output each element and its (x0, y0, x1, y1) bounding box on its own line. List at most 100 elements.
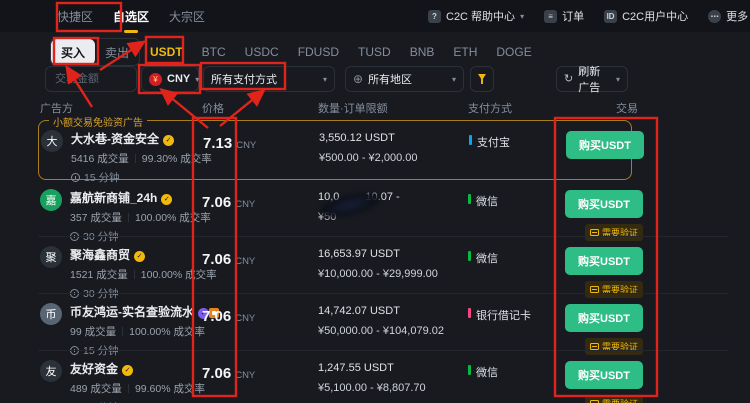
refresh-ads-button[interactable]: ↻ 刷新广告 ▾ (556, 66, 628, 94)
payment-cell: 微信 (463, 237, 558, 301)
funnel-icon (478, 74, 486, 84)
merchant-name[interactable]: 友好资金 (70, 360, 118, 377)
price-value: 7.13 (203, 135, 233, 152)
orders-count: 99 成交量 (70, 326, 117, 338)
merchant-name[interactable]: 币友鸿运-实名查验流水 (70, 303, 194, 320)
coin-tab-fdusd[interactable]: FDUSD (298, 45, 339, 59)
id-card-icon (589, 343, 599, 350)
buy-usdt-button[interactable]: 购买USDT (566, 131, 644, 159)
order-limits: ¥50 (318, 211, 337, 223)
topnav-menu-label: C2C用户中心 (622, 11, 689, 23)
completion-rate: 99.60% 成交率 (134, 383, 205, 395)
amount-cell: 3,550.12 USDT ¥500.00 - ¥2,000.00 (314, 121, 464, 185)
buy-usdt-button[interactable]: 购买USDT (565, 304, 643, 332)
buy-tab[interactable]: 买入 (51, 39, 95, 65)
price-currency: CNY (236, 140, 257, 151)
merchant-badges: ✓ (163, 131, 174, 146)
verified-check-icon: ✓ (122, 364, 134, 376)
payment-cell: 微信 (463, 351, 558, 403)
topnav-menu-item[interactable]: ID C2C用户中心 (604, 8, 688, 24)
merchant-name[interactable]: 大水巷-资金安全 (71, 130, 159, 147)
table-row: 大 大水巷-资金安全 ✓ 5416 成交量 99.30% 成交率 15 分钟 7… (39, 121, 644, 184)
payment-method: 微信 (476, 367, 498, 379)
region-select[interactable]: ⊕ 所有地区 ▾ (345, 66, 464, 92)
coin-tab-btc[interactable]: BTC (202, 45, 226, 59)
order-limits: ¥50,000.00 - ¥104,079.02 (318, 325, 445, 337)
topnav-tab[interactable]: 大宗区 (167, 0, 207, 33)
sell-tab[interactable]: 卖出 (95, 39, 139, 65)
merchant-avatar: 币 (40, 303, 62, 325)
coin-tab-tusd[interactable]: TUSD (358, 45, 391, 59)
stats-divider (133, 270, 135, 279)
price-currency: CNY (235, 199, 256, 210)
payment-method-select[interactable]: 所有支付方式 ▾ (203, 66, 335, 92)
topnav-menu-item[interactable]: ⋯更多▾ (708, 8, 750, 24)
merchant-name[interactable]: 嘉航新商铺_24h (70, 189, 157, 206)
merchant-stats: 1521 成交量 100.00% 成交率 (70, 267, 217, 282)
price-currency: CNY (235, 256, 256, 267)
order-limits: ¥500.00 - ¥2,000.00 (319, 152, 418, 164)
payment-color-bar (468, 365, 471, 375)
table-row: 友 友好资金 ✓ 489 成交量 99.60% 成交率 30 分钟 7.06CN… (38, 350, 728, 403)
buy-usdt-button[interactable]: 购买USDT (565, 361, 643, 389)
stats-divider (122, 327, 124, 336)
topnav-menu-item[interactable]: ≡ 订单 (544, 8, 584, 24)
price-currency: CNY (235, 370, 256, 381)
buy-usdt-button[interactable]: 购买USDT (565, 190, 643, 218)
price-cell: 7.06 CNY (198, 294, 313, 358)
merchant-avatar: 大 (41, 130, 63, 152)
chevron-down-icon: ▾ (615, 74, 620, 84)
payment-method: 微信 (476, 253, 498, 265)
amount-input[interactable] (53, 72, 129, 86)
offer-rows: 嘉 嘉航新商铺_24h ✓ 357 成交量 100.00% 成交率 30 分钟 … (38, 180, 728, 403)
header-amount-limits: 数量·订单限额 (318, 103, 388, 115)
payment-cell: 微信 (463, 180, 558, 244)
chevron-down-icon: ▾ (520, 11, 525, 21)
fiat-select[interactable]: ¥ CNY ▾ (141, 66, 199, 92)
order-limits: ¥5,100.00 - ¥8,807.70 (318, 382, 426, 394)
price-currency: CNY (235, 313, 256, 324)
amount-filter (45, 66, 137, 92)
coin-tab-bnb[interactable]: BNB (410, 45, 435, 59)
payment-cell: 银行借记卡 (463, 294, 558, 358)
promo-offer-box: 小额交易免验资广告 大 大水巷-资金安全 ✓ 5416 成交量 99.30% 成… (38, 114, 644, 184)
help-icon: ? (428, 9, 441, 23)
merchant-name[interactable]: 聚海鑫商贸 (70, 246, 130, 263)
topnav-menu-item[interactable]: ? C2C 帮助中心 ▾ (428, 8, 524, 24)
price-cell: 7.06 CNY (198, 237, 313, 301)
coin-tab-usdt[interactable]: USDT (150, 45, 183, 59)
table-row: 嘉 嘉航新商铺_24h ✓ 357 成交量 100.00% 成交率 30 分钟 … (38, 180, 728, 243)
verification-required-label: 需要验证 (602, 397, 638, 403)
merchant-stats: 489 成交量 99.60% 成交率 (70, 381, 205, 396)
coin-tab-eth[interactable]: ETH (453, 45, 477, 59)
price-cell: 7.06 CNY (198, 351, 313, 403)
orders-count: 489 成交量 (70, 383, 122, 395)
chevron-down-icon: ▾ (451, 74, 456, 84)
payment-color-bar (468, 308, 471, 318)
buy-usdt-button[interactable]: 购买USDT (565, 247, 643, 275)
amount-cell: 10,0 10.07 - ¥50 (313, 180, 463, 244)
coin-tab-doge[interactable]: DOGE (496, 45, 531, 59)
price-value: 7.06 (202, 194, 232, 211)
header-trade: 交易 (616, 103, 638, 115)
topnav-tab[interactable]: 自选区 (111, 0, 151, 33)
merchant-stats: 5416 成交量 99.30% 成交率 (71, 151, 212, 166)
payment-color-bar (469, 135, 472, 145)
topnav-tabs: 快捷区 自选区 大宗区 (55, 0, 207, 33)
stats-divider (127, 213, 129, 222)
table-row: 币 币友鸿运-实名查验流水 ✓ 99 成交量 100.00% 成交率 15 分钟… (38, 293, 728, 357)
topnav-menu-label: 订单 (562, 11, 585, 23)
completion-rate: 100.00% 成交率 (129, 326, 205, 338)
coin-tabs: USDT BTC USDC FDUSD TUSD BNB ETH DOGE (150, 40, 532, 64)
topnav-tab[interactable]: 快捷区 (55, 0, 95, 33)
payment-method: 支付宝 (477, 137, 510, 149)
payment-cell: 支付宝 (464, 121, 559, 185)
refresh-icon: ↻ (564, 72, 574, 85)
filter-button[interactable] (470, 66, 494, 92)
topnav-menu: ? C2C 帮助中心 ▾ ≡ 订单 ID C2C用户中心 ⋯ 更多 ▾ (428, 0, 750, 32)
verified-check-icon: ✓ (134, 250, 146, 262)
merchant-badges: ✓ (161, 190, 173, 205)
coin-tab-usdc[interactable]: USDC (245, 45, 279, 59)
id-card-icon (589, 229, 599, 236)
verified-check-icon: ✓ (161, 193, 173, 205)
